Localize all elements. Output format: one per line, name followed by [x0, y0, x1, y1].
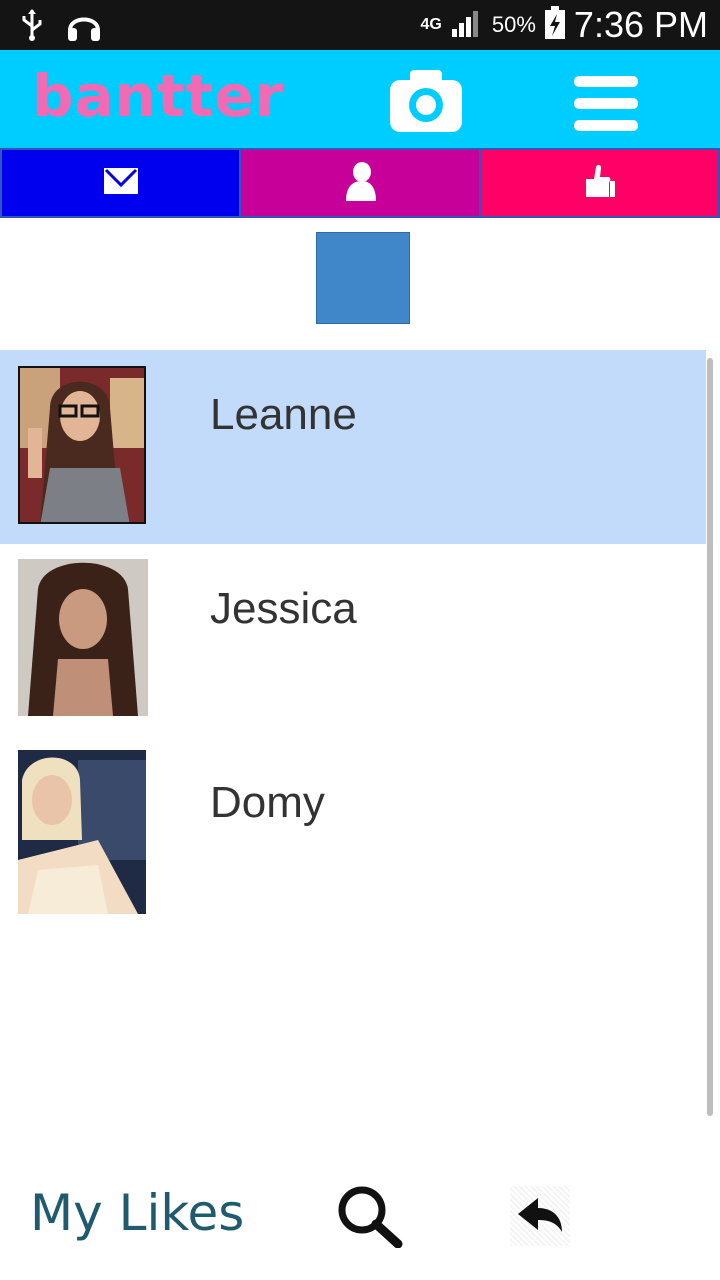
list-item[interactable]: Jessica [0, 544, 706, 738]
my-likes-label[interactable]: My Likes [30, 1184, 244, 1242]
app-logo: bantter [32, 62, 285, 130]
avatar [18, 366, 146, 524]
bottom-bar: My Likes [0, 1170, 720, 1280]
list-item[interactable]: Leanne [0, 350, 706, 544]
back-button[interactable] [510, 1186, 570, 1246]
camera-icon [388, 70, 464, 138]
avatar [18, 750, 146, 914]
battery-percent: 50% [491, 12, 536, 37]
person-icon [342, 161, 378, 206]
tab-bar [0, 148, 720, 218]
contact-name: Jessica [210, 584, 357, 633]
search-button[interactable] [336, 1184, 404, 1249]
envelope-icon [103, 167, 139, 200]
contact-name: Domy [210, 778, 325, 827]
avatar [18, 559, 148, 716]
menu-icon [574, 76, 638, 136]
list-item[interactable]: Domy [0, 738, 706, 932]
status-bar: 4G 50% 7:36 PM [0, 0, 720, 50]
thumbs-up-icon [582, 163, 616, 204]
tab-likes[interactable] [480, 148, 720, 218]
scrollbar[interactable] [707, 358, 713, 1116]
menu-button[interactable] [574, 74, 638, 132]
tab-messages[interactable] [0, 148, 242, 218]
headphones-icon [66, 8, 102, 47]
likes-list: Leanne Jessica Domy [0, 350, 720, 932]
reply-arrow-icon [510, 1198, 570, 1250]
image-placeholder[interactable] [316, 232, 410, 324]
usb-icon [20, 8, 44, 47]
network-type-label: 4G [420, 16, 442, 33]
clock: 7:36 PM [573, 4, 708, 45]
signal-icon [450, 7, 484, 44]
tab-people[interactable] [241, 148, 481, 218]
search-icon [336, 1186, 404, 1252]
battery-charging-icon [544, 5, 566, 45]
app-header: bantter [0, 50, 720, 148]
contact-name: Leanne [210, 390, 357, 439]
camera-button[interactable] [388, 68, 464, 134]
